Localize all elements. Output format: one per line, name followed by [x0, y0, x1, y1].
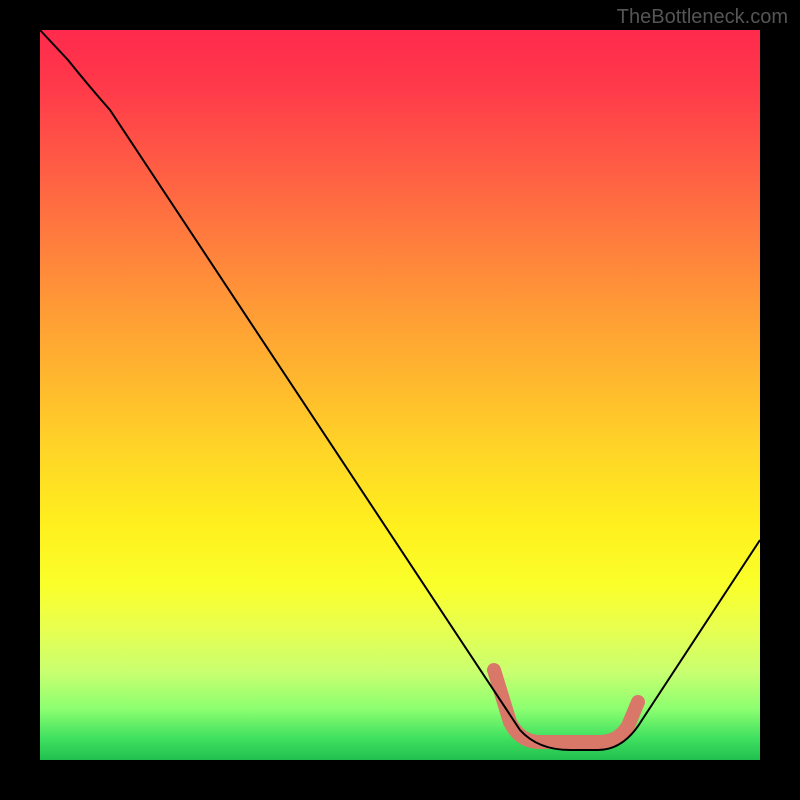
- highlight-segment: [494, 670, 638, 742]
- attribution-text: TheBottleneck.com: [617, 6, 788, 29]
- chart-svg: [40, 30, 760, 760]
- main-curve-line: [40, 30, 760, 750]
- chart-plot-area: [40, 30, 760, 760]
